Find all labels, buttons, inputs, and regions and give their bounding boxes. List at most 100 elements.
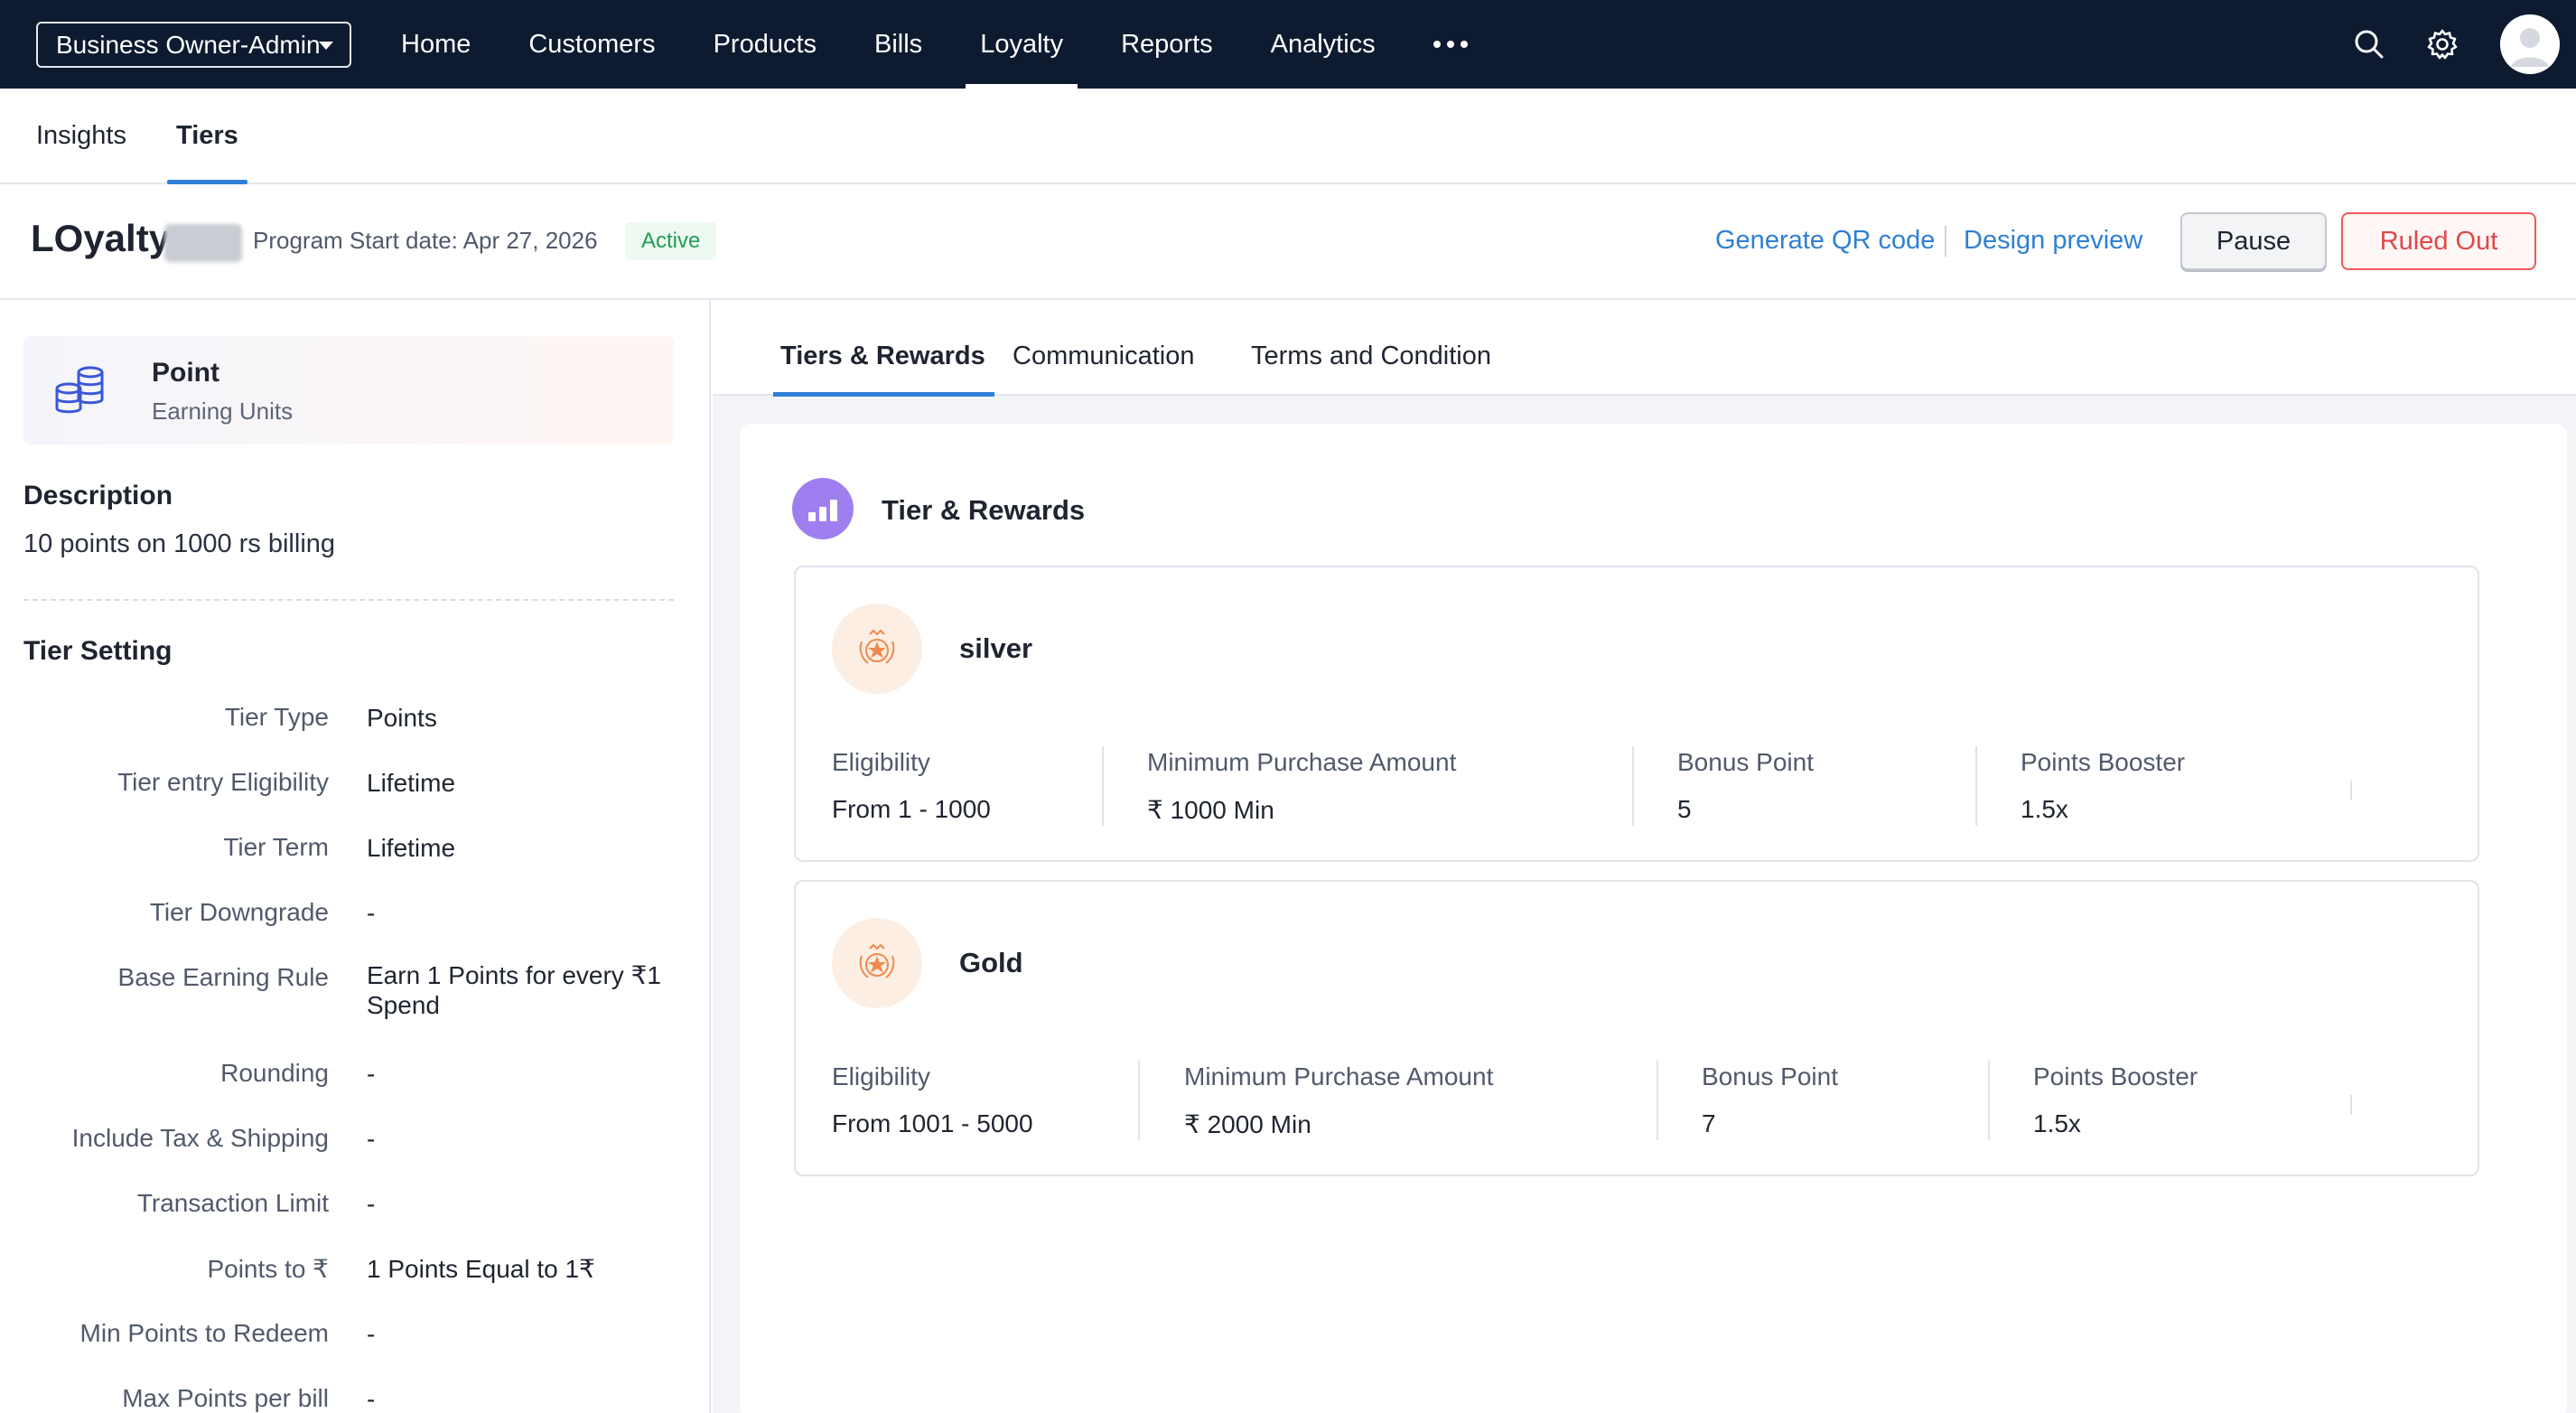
bonus-point-value: 7 [1702,1109,1716,1137]
tier-name: Gold [959,947,1023,978]
setting-value: Points [367,704,437,732]
nav-customers[interactable]: Customers [499,0,684,89]
column-divider [1632,746,1634,826]
nav-products-label: Products [713,29,817,59]
redacted-program-name [164,224,242,262]
program-title: LOyalty [31,217,171,259]
caret-down-icon [319,42,333,50]
nav-products[interactable]: Products [685,0,845,89]
setting-label: Transaction Limit [136,1189,329,1217]
laurel-star-icon [859,943,895,978]
nav-loyalty-label: Loyalty [980,29,1064,59]
setting-value: - [367,899,376,927]
column-divider [1988,1061,1990,1140]
coins-stack-icon [55,366,104,414]
nav-analytics-label: Analytics [1270,29,1376,59]
nav-home[interactable]: Home [372,0,499,89]
bonus-point-label: Bonus Point [1677,748,1814,776]
nav-analytics[interactable]: Analytics [1242,0,1405,89]
main-nav: Home Customers Products Bills Loyalty Re… [372,0,1497,89]
description-heading: Description [23,481,173,510]
eligibility-value: From 1001 - 5000 [832,1109,1033,1137]
tab-insights[interactable]: Insights [36,89,126,182]
min-purchase-label: Minimum Purchase Amount [1184,1062,1494,1090]
points-booster-label: Points Booster [2033,1062,2198,1090]
section-divider [23,599,674,601]
design-preview-link[interactable]: Design preview [1964,226,2142,256]
tab-tiers[interactable]: Tiers [167,89,247,184]
column-divider [2350,781,2352,800]
tier-name: silver [959,632,1033,664]
more-dots-icon [1433,41,1468,48]
tier-card-gold: Gold Eligibility From 1001 - 5000 Minimu… [794,880,2479,1176]
min-purchase-value: ₹ 1000 Min [1147,796,1274,824]
tab-tiers-rewards[interactable]: Tiers & Rewards [773,342,994,397]
tab-insights-label: Insights [36,120,126,150]
gear-icon[interactable] [2424,26,2460,62]
tier-badge-icon [832,604,922,694]
nav-reports[interactable]: Reports [1092,0,1242,89]
min-purchase-value: ₹ 2000 Min [1184,1110,1311,1138]
tab-communication[interactable]: Communication [1013,342,1194,371]
column-divider [1138,1061,1140,1140]
earning-unit-subtitle: Earning Units [152,398,294,425]
user-avatar-icon [2500,14,2560,74]
nav-reports-label: Reports [1121,29,1213,59]
tab-terms-condition[interactable]: Terms and Condition [1251,342,1491,371]
setting-label: Tier Type [224,703,329,731]
program-header: LOyalty Program Start date: Apr 27, 2026… [0,184,2576,300]
program-start-date: Program Start date: Apr 27, 2026 [253,227,598,254]
tier-badge-icon [832,918,922,1008]
program-details-panel: Point Earning Units Description 10 point… [0,300,711,1413]
bar-chart-icon [792,478,854,539]
tier-card-silver: silver Eligibility From 1 - 1000 Minimum… [794,566,2479,862]
pause-button[interactable]: Pause [2180,212,2327,270]
nav-loyalty[interactable]: Loyalty [951,0,1092,89]
generate-qr-link[interactable]: Generate QR code [1715,226,1935,256]
detail-tabs: Tiers & Rewards Communication Terms and … [713,300,2576,397]
points-booster-value: 1.5x [2021,795,2068,823]
loyalty-subtabs: Insights Tiers [0,89,2576,184]
nav-bills[interactable]: Bills [845,0,951,89]
org-role-dropdown[interactable]: Business Owner-Admin [36,22,351,68]
column-divider [1657,1061,1658,1140]
eligibility-label: Eligibility [832,1062,930,1090]
column-divider [2350,1095,2352,1115]
tier-rewards-card: Tier & Rewards silver Eligibility From 1… [740,424,2567,1413]
min-purchase-label: Minimum Purchase Amount [1147,748,1457,776]
setting-label: Rounding [220,1059,329,1087]
bonus-point-label: Bonus Point [1702,1062,1838,1090]
tier-rewards-title: Tier & Rewards [882,494,1086,526]
earning-unit-title: Point [152,358,219,388]
ruled-out-button[interactable]: Ruled Out [2341,212,2536,270]
tier-setting-heading: Tier Setting [23,636,173,666]
nav-home-label: Home [401,29,471,59]
nav-bills-label: Bills [874,29,923,59]
setting-label: Include Tax & Shipping [71,1124,329,1152]
setting-value: - [367,1190,376,1218]
column-divider [1975,746,1977,826]
more-menu-button[interactable] [1405,0,1497,89]
setting-label: Tier Term [223,833,329,861]
setting-value: - [367,1320,376,1348]
setting-label: Base Earning Rule [117,963,329,991]
setting-value: - [367,1385,376,1413]
setting-value: Earn 1 Points for every ₹1 Spend [367,961,661,1019]
setting-value: - [367,1125,376,1153]
setting-label: Tier Downgrade [149,898,329,926]
search-icon[interactable] [2351,26,2387,62]
status-badge: Active [625,222,717,260]
laurel-star-icon [859,629,895,664]
points-booster-label: Points Booster [2021,748,2186,776]
setting-value: - [367,1060,376,1088]
top-navbar: Business Owner-Admin Home Customers Prod… [0,0,2576,89]
points-booster-value: 1.5x [2033,1109,2081,1137]
eligibility-value: From 1 - 1000 [832,795,991,823]
setting-label: Tier entry Eligibility [117,768,329,796]
bonus-point-value: 5 [1677,795,1692,823]
earning-unit-card: Point Earning Units [23,336,674,444]
eligibility-label: Eligibility [832,748,930,776]
tiers-content-panel: Tiers & Rewards Communication Terms and … [713,300,2576,1413]
setting-label: Points to ₹ [207,1255,329,1283]
avatar[interactable] [2500,14,2560,74]
